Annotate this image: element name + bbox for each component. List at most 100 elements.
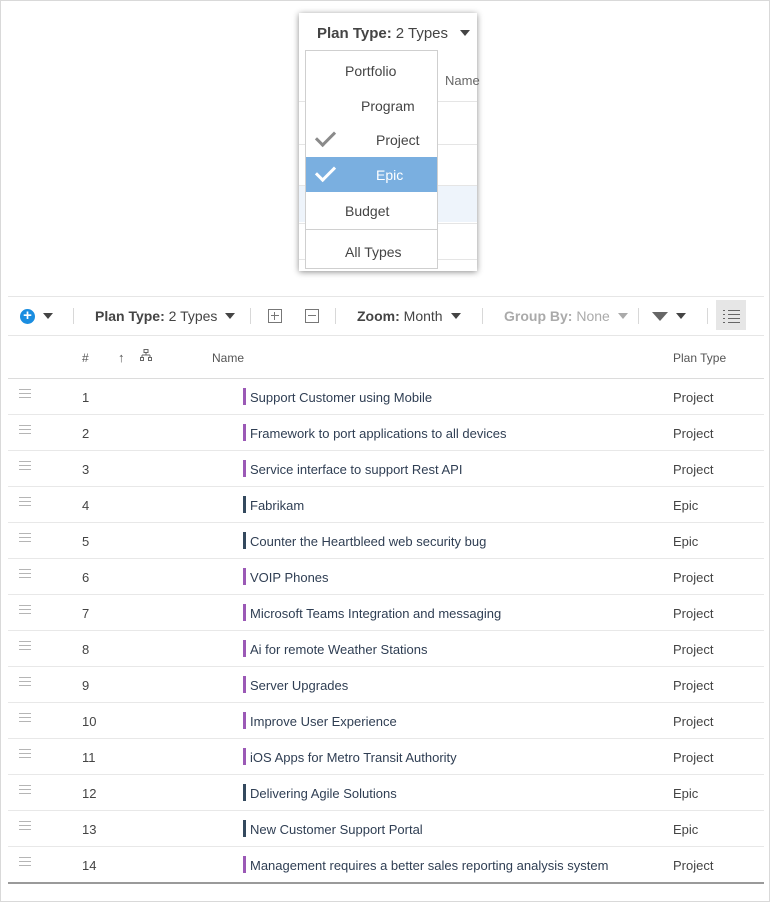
row-name-link[interactable]: Delivering Agile Solutions xyxy=(250,786,397,801)
expand-icon xyxy=(268,309,282,323)
row-number: 12 xyxy=(82,786,97,801)
plan-type-color-bar xyxy=(243,712,246,729)
drag-handle-icon[interactable] xyxy=(19,713,31,723)
menu-item-program[interactable]: Program xyxy=(306,88,437,123)
row-plan-type: Project xyxy=(673,426,714,441)
table-row[interactable]: 9 Server Upgrades Project xyxy=(8,667,764,703)
row-plan-type: Project xyxy=(673,858,714,873)
filter-button[interactable] xyxy=(652,297,686,335)
hierarchy-icon[interactable] xyxy=(140,349,152,365)
table-row[interactable]: 2 Framework to port applications to all d… xyxy=(8,415,764,451)
group-by-label: Group By: xyxy=(504,308,573,324)
check-icon xyxy=(314,160,337,183)
drag-handle-icon[interactable] xyxy=(19,677,31,687)
plan-type-color-bar xyxy=(243,604,246,621)
row-plan-type: Project xyxy=(673,462,714,477)
toolbar: + Plan Type: 2 Types Zoom: Month Group B… xyxy=(8,296,764,336)
chevron-down-icon xyxy=(617,313,628,319)
menu-divider xyxy=(306,229,437,230)
table-row[interactable]: 13 New Customer Support Portal Epic xyxy=(8,811,764,847)
row-number: 1 xyxy=(82,390,90,405)
table-row[interactable]: 6 VOIP Phones Project xyxy=(8,559,764,595)
plan-type-color-bar xyxy=(243,496,246,513)
table-row[interactable]: 3 Service interface to support Rest API Pr… xyxy=(8,451,764,487)
table-row[interactable]: 10 Improve User Experience Project xyxy=(8,703,764,739)
group-by-dropdown[interactable]: Group By: None xyxy=(504,297,628,335)
table-row[interactable]: 8 Ai for remote Weather Stations Project xyxy=(8,631,764,667)
drag-handle-icon[interactable] xyxy=(19,569,31,579)
drag-handle-icon[interactable] xyxy=(19,749,31,759)
menu-item-portfolio[interactable]: Portfolio xyxy=(306,53,437,88)
row-number: 14 xyxy=(82,858,97,873)
drag-handle-icon[interactable] xyxy=(19,533,31,543)
row-plan-type: Project xyxy=(673,390,714,405)
row-number: 3 xyxy=(82,462,90,477)
add-button[interactable]: + xyxy=(20,297,53,335)
table-row[interactable]: 14 Management requires a better sales rep… xyxy=(8,847,764,883)
row-name-link[interactable]: Framework to port applications to all de… xyxy=(250,426,507,441)
menu-item-budget[interactable]: Budget xyxy=(306,193,437,228)
popup-plan-type-label: Plan Type: xyxy=(317,24,392,42)
drag-handle-icon[interactable] xyxy=(19,425,31,435)
menu-item-label: All Types xyxy=(345,244,402,260)
plan-type-value: 2 Types xyxy=(168,308,218,324)
table-row[interactable]: 4 Fabrikam Epic xyxy=(8,487,764,523)
drag-handle-icon[interactable] xyxy=(19,389,31,399)
row-name-link[interactable]: Microsoft Teams Integration and messagin… xyxy=(250,606,501,621)
row-plan-type: Project xyxy=(673,750,714,765)
chevron-down-icon xyxy=(43,313,53,319)
row-plan-type: Project xyxy=(673,570,714,585)
drag-handle-icon[interactable] xyxy=(19,785,31,795)
menu-item-all-types[interactable]: All Types xyxy=(306,234,437,269)
row-name-link[interactable]: Server Upgrades xyxy=(250,678,348,693)
row-number: 4 xyxy=(82,498,90,513)
plan-type-color-bar xyxy=(243,640,246,657)
row-name-link[interactable]: New Customer Support Portal xyxy=(250,822,423,837)
drag-handle-icon[interactable] xyxy=(19,605,31,615)
table-row[interactable]: 1 Support Customer using Mobile Project xyxy=(8,379,764,415)
row-name-link[interactable]: Service interface to support Rest API xyxy=(250,462,462,477)
row-number: 6 xyxy=(82,570,90,585)
popup-plan-type-dropdown[interactable]: Plan Type: 2 Types xyxy=(299,13,477,53)
chevron-down-icon xyxy=(225,313,236,319)
divider xyxy=(707,308,708,324)
popup-plan-type-value: 2 Types xyxy=(395,24,449,42)
row-name-link[interactable]: Counter the Heartbleed web security bug xyxy=(250,534,486,549)
row-name-link[interactable]: Support Customer using Mobile xyxy=(250,390,432,405)
drag-handle-icon[interactable] xyxy=(19,641,31,651)
row-name-link[interactable]: Improve User Experience xyxy=(250,714,397,729)
row-number: 9 xyxy=(82,678,90,693)
row-name-link[interactable]: iOS Apps for Metro Transit Authority xyxy=(250,750,457,765)
table-row[interactable]: 11 iOS Apps for Metro Transit Authority Pr… xyxy=(8,739,764,775)
expand-all-button[interactable] xyxy=(268,297,282,335)
menu-item-label: Budget xyxy=(345,203,390,219)
plan-type-column-header[interactable]: Plan Type xyxy=(673,351,726,365)
row-plan-type: Epic xyxy=(673,498,699,513)
drag-handle-icon[interactable] xyxy=(19,461,31,471)
menu-item-project[interactable]: Project xyxy=(306,122,437,157)
table-row[interactable]: 7 Microsoft Teams Integration and messagi… xyxy=(8,595,764,631)
name-column-header[interactable]: Name xyxy=(212,351,244,365)
table-row[interactable]: 12 Delivering Agile Solutions Epic xyxy=(8,775,764,811)
collapse-all-button[interactable] xyxy=(305,297,319,335)
plan-type-color-bar xyxy=(243,856,246,873)
collapse-icon xyxy=(305,309,319,323)
divider xyxy=(482,308,483,324)
drag-handle-icon[interactable] xyxy=(19,821,31,831)
row-name-link[interactable]: Fabrikam xyxy=(250,498,304,513)
drag-handle-icon[interactable] xyxy=(19,857,31,867)
menu-item-epic[interactable]: Epic xyxy=(306,157,437,192)
row-plan-type: Epic xyxy=(673,822,699,837)
row-name-link[interactable]: Management requires a better sales repor… xyxy=(250,858,608,873)
sort-arrow-up-icon[interactable]: ↑ xyxy=(118,350,125,365)
row-name-link[interactable]: VOIP Phones xyxy=(250,570,329,585)
zoom-dropdown[interactable]: Zoom: Month xyxy=(357,297,461,335)
plan-type-dropdown[interactable]: Plan Type: 2 Types xyxy=(95,297,236,335)
table-row[interactable]: 5 Counter the Heartbleed web security bug… xyxy=(8,523,764,559)
row-name-link[interactable]: Ai for remote Weather Stations xyxy=(250,642,428,657)
menu-item-label: Portfolio xyxy=(345,63,397,79)
list-view-button[interactable] xyxy=(716,300,746,330)
num-column-header[interactable]: # xyxy=(82,351,89,365)
menu-item-label: Epic xyxy=(376,167,404,183)
drag-handle-icon[interactable] xyxy=(19,497,31,507)
